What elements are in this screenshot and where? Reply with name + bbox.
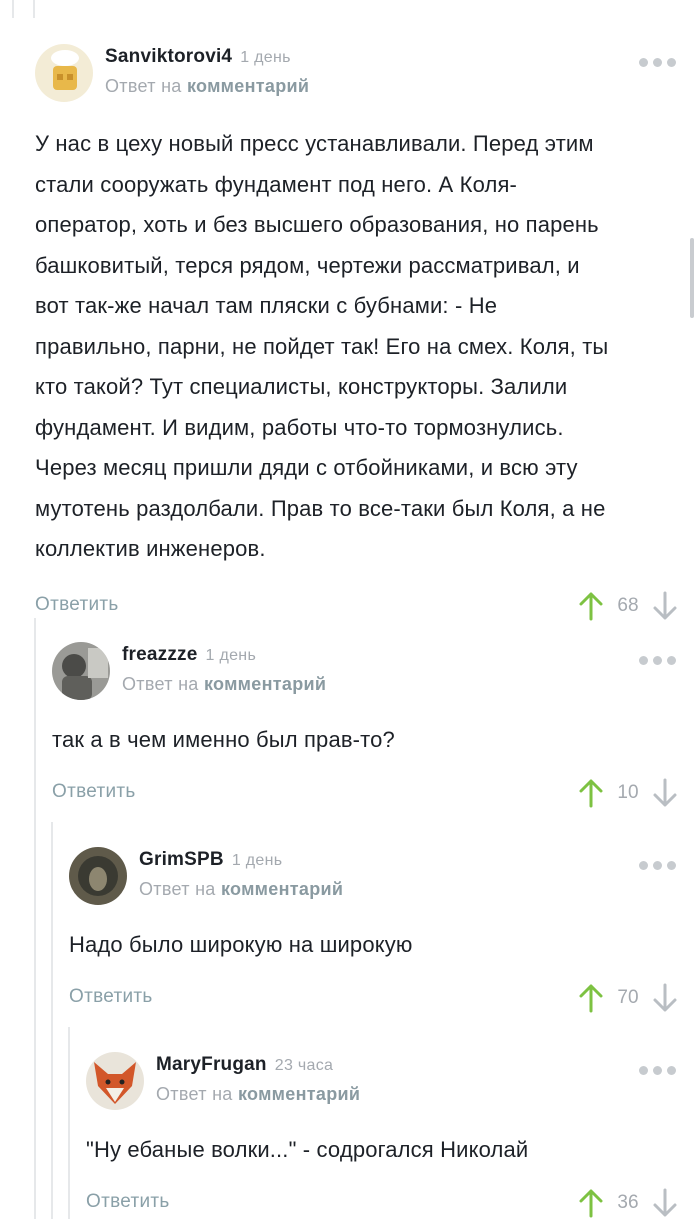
reply-button[interactable]: Ответить (69, 986, 153, 1008)
reply-to-comment-link[interactable]: комментарий (238, 1084, 360, 1104)
body-line: стали сооружать фундамент под него. А Ко… (35, 171, 518, 197)
rating-count: 68 (617, 594, 639, 616)
comment-body: У нас в цеху новый пресс устанавливали. … (35, 124, 700, 570)
avatar[interactable] (69, 847, 127, 905)
username[interactable]: Sanviktorovi4 1 день (105, 46, 291, 68)
rating-controls: 10 (578, 775, 678, 811)
body-line: вот так-же начал там пляски с бубнами: -… (35, 293, 498, 318)
body-line: правильно, парни, не пойдет так! Его на … (35, 333, 609, 359)
rating-count: 70 (617, 986, 639, 1008)
downvote-arrow-icon[interactable] (652, 1188, 678, 1218)
downvote-arrow-icon[interactable] (652, 591, 678, 621)
comment-footer: Ответить 70 (69, 980, 700, 1020)
rating-count: 10 (617, 781, 639, 803)
comment: GrimSPB 1 день Ответ на комментарий Надо … (69, 847, 700, 1020)
more-icon[interactable] (639, 656, 676, 665)
upvote-arrow-icon[interactable] (578, 1188, 604, 1218)
more-icon[interactable] (639, 58, 676, 67)
thread-line (34, 618, 36, 1219)
upvote-arrow-icon[interactable] (578, 591, 604, 621)
avatar[interactable] (86, 1052, 144, 1110)
username[interactable]: MaryFrugan 23 часа (156, 1054, 333, 1076)
comment: freazzze 1 день Ответ на комментарий так … (52, 642, 700, 815)
comment-header: GrimSPB 1 день Ответ на комментарий (69, 847, 700, 927)
reply-button[interactable]: Ответить (52, 781, 136, 803)
reply-button[interactable]: Ответить (35, 594, 119, 616)
more-icon[interactable] (639, 861, 676, 870)
upvote-arrow-icon[interactable] (578, 983, 604, 1013)
timestamp: 1 день (231, 852, 283, 869)
reply-button[interactable]: Ответить (86, 1191, 170, 1213)
thread-line (12, 0, 14, 18)
timestamp: 1 день (240, 49, 291, 66)
reply-to-comment-link[interactable]: комментарий (187, 76, 309, 96)
reply-to-label: Ответ на комментарий (156, 1084, 361, 1104)
thread-line (68, 1027, 70, 1219)
comment: MaryFrugan 23 часа Ответ на комментарий "… (86, 1052, 700, 1225)
username[interactable]: freazzze 1 день (122, 644, 256, 666)
comment-header: MaryFrugan 23 часа Ответ на комментарий (86, 1052, 700, 1132)
body-line: У нас в цеху новый пресс устанавливали. … (35, 131, 594, 156)
thread-line (51, 822, 53, 1219)
body-line: "Ну ебаные волки..." - содрогался Никола… (86, 1137, 529, 1162)
reply-to-label: Ответ на комментарий (105, 76, 310, 96)
thread-line (33, 0, 35, 18)
body-line: Через месяц пришли дяди с отбойниками, и… (35, 455, 578, 480)
timestamp: 1 день (205, 647, 257, 664)
rating-controls: 70 (578, 980, 678, 1016)
body-line: мутотень раздолбали. Прав то все-таки бы… (35, 495, 606, 521)
comment-footer: Ответить 10 (52, 775, 700, 815)
avatar[interactable] (52, 642, 110, 700)
comment-header: Sanviktorovi4 1 день Ответ на комментарий (35, 44, 700, 124)
downvote-arrow-icon[interactable] (652, 778, 678, 808)
body-line: кто такой? Тут специалисты, конструкторы… (35, 374, 568, 399)
comment-footer: Ответить 68 (35, 588, 700, 628)
comment: Sanviktorovi4 1 день Ответ на комментарий… (35, 44, 700, 628)
body-line: башковитый, терся рядом, чертежи рассмат… (35, 252, 580, 278)
avatar[interactable] (35, 44, 93, 102)
body-line: так а в чем именно был прав-то? (52, 727, 395, 752)
body-line: оператор, хоть и без высшего образования… (35, 212, 599, 237)
reply-to-label: Ответ на комментарий (122, 674, 327, 694)
body-line: Надо было широкую на широкую (69, 932, 413, 957)
downvote-arrow-icon[interactable] (652, 983, 678, 1013)
rating-controls: 68 (578, 588, 678, 624)
comment-header: freazzze 1 день Ответ на комментарий (52, 642, 700, 722)
rating-count: 36 (617, 1191, 639, 1213)
comment-body: Надо было широкую на широкую (69, 925, 700, 966)
username[interactable]: GrimSPB 1 день (139, 849, 282, 871)
more-icon[interactable] (639, 1066, 676, 1075)
reply-to-comment-link[interactable]: комментарий (221, 879, 343, 899)
body-line: коллектив инженеров. (35, 536, 266, 561)
timestamp: 23 часа (274, 1057, 334, 1074)
comment-body: "Ну ебаные волки..." - содрогался Никола… (86, 1130, 700, 1171)
reply-to-label: Ответ на комментарий (139, 879, 344, 899)
body-line: фундамент. И видим, работы что-то тормоз… (35, 414, 564, 440)
upvote-arrow-icon[interactable] (578, 778, 604, 808)
reply-to-comment-link[interactable]: комментарий (204, 674, 326, 694)
rating-controls: 36 (578, 1185, 678, 1221)
comment-body: так а в чем именно был прав-то? (52, 720, 700, 761)
